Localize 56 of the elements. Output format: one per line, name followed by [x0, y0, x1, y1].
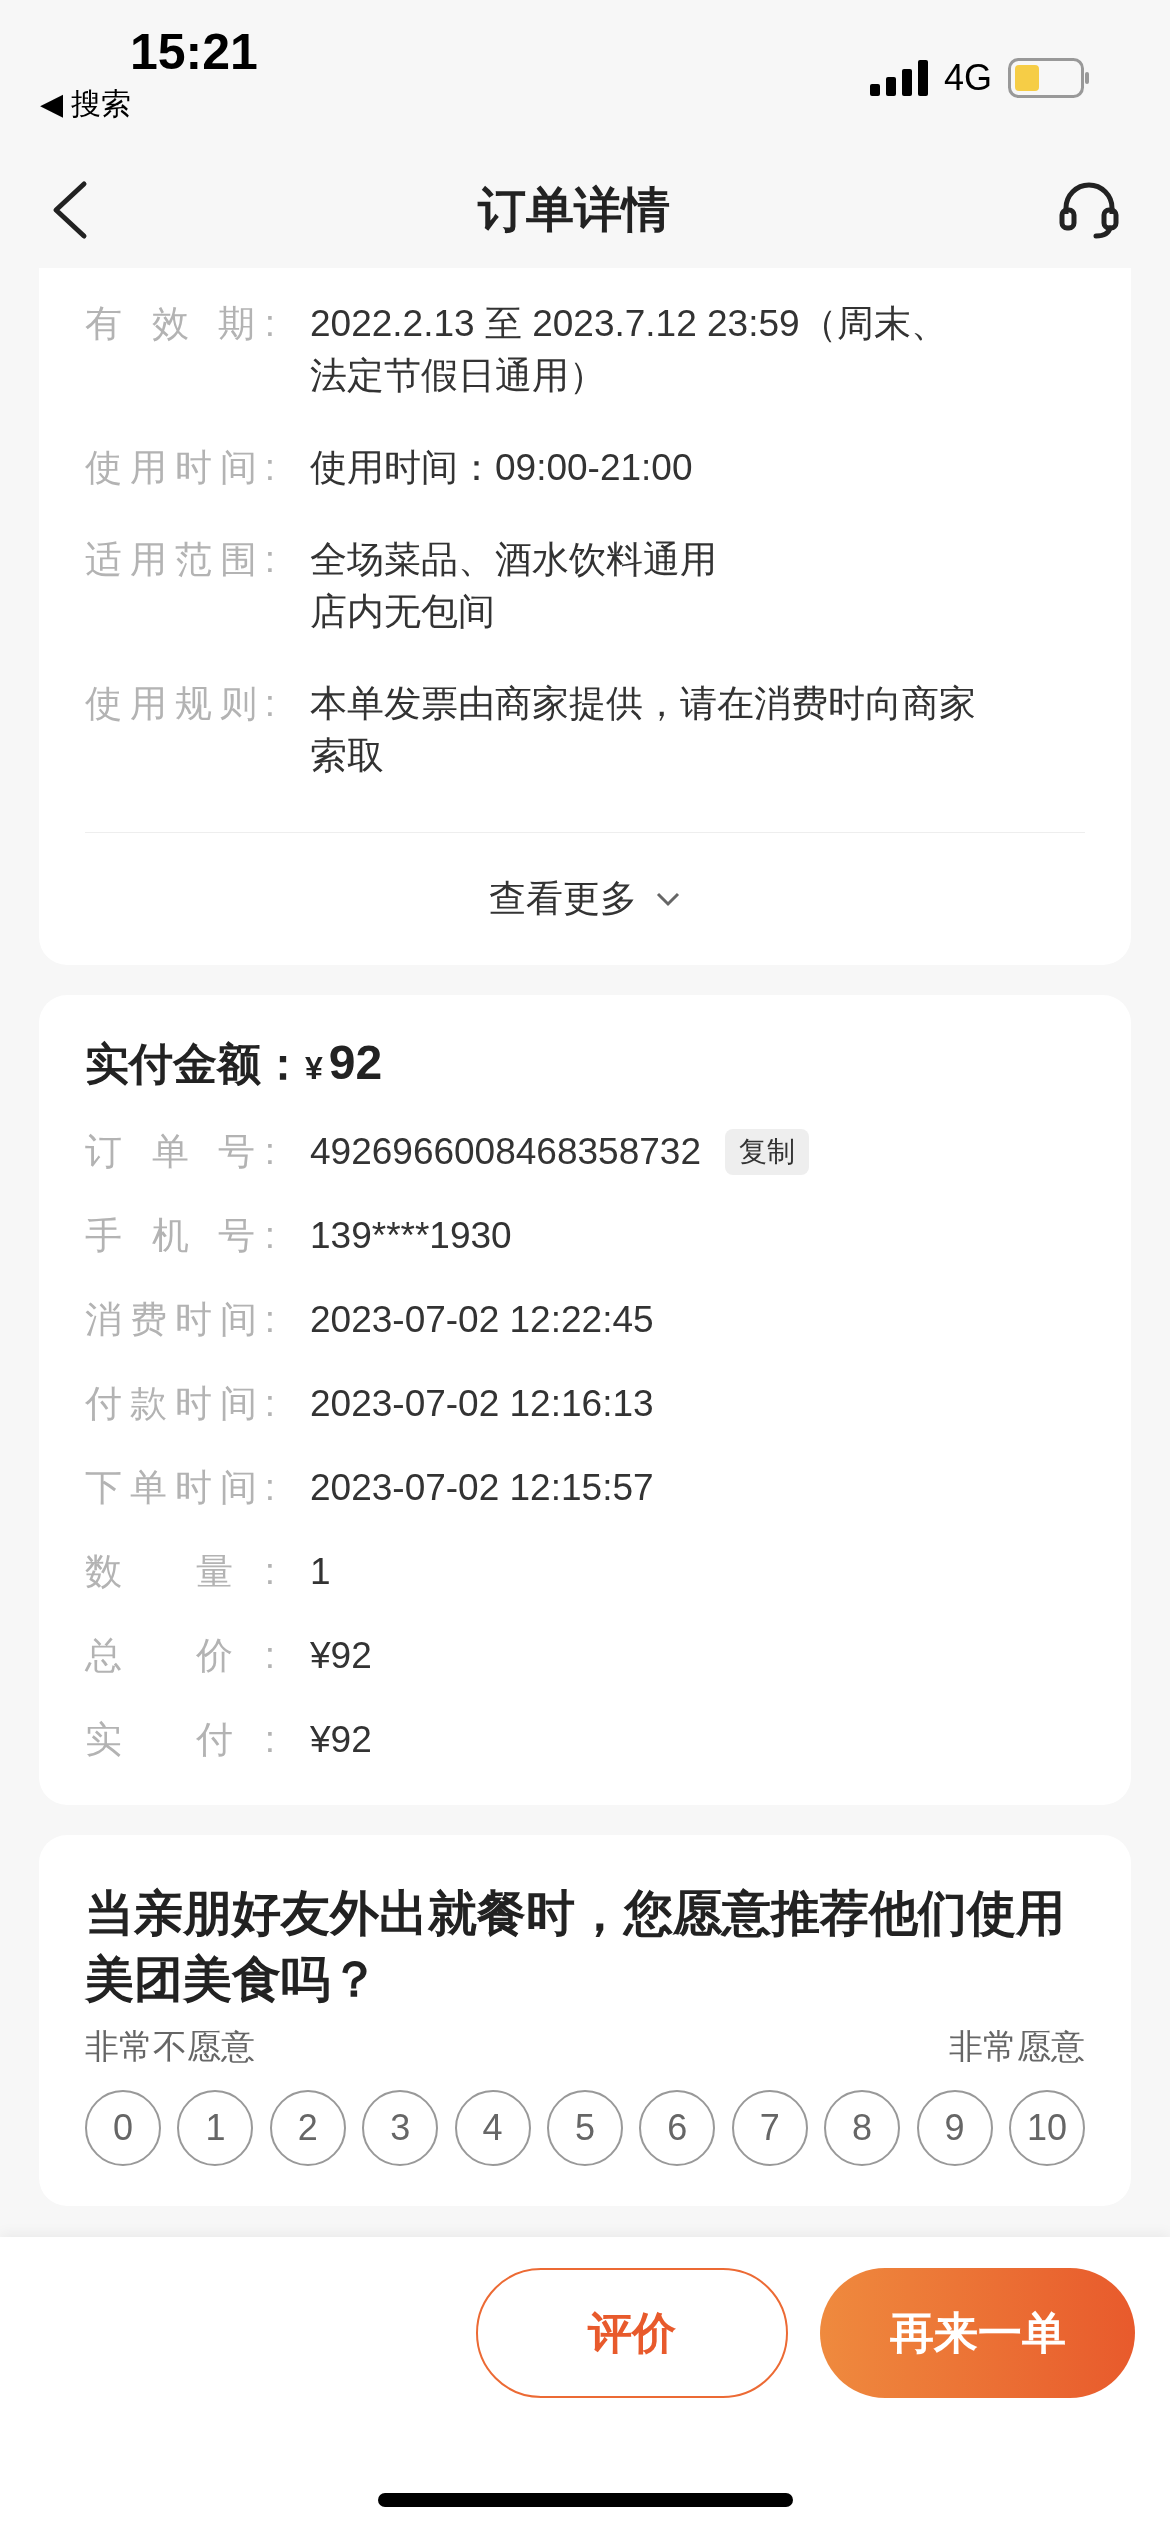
rating-option[interactable]: 7	[731, 2090, 808, 2166]
survey-question: 当亲朋好友外出就餐时，您愿意推荐他们使用美团美食吗？	[85, 1885, 1066, 2008]
copy-button[interactable]: 复制	[725, 1129, 809, 1175]
battery-icon	[1008, 58, 1090, 98]
field-label: 手 机 号:	[85, 1214, 275, 1258]
field-label: 有 效 期:	[85, 302, 275, 346]
paid-amount-label: 实付金额：	[85, 1038, 305, 1090]
field-label: 实 付:	[85, 1718, 275, 1762]
field-label: 付款时间:	[85, 1382, 275, 1426]
field-value: 索取	[310, 734, 385, 778]
review-button[interactable]: 评价	[476, 2268, 788, 2398]
back-to-app-link[interactable]: ◀ 搜索	[40, 82, 258, 126]
field-value: ¥92	[310, 1718, 372, 1762]
rating-option[interactable]: 9	[916, 2090, 993, 2166]
field-label: 订 单 号:	[85, 1130, 275, 1174]
field-value: 本单发票由商家提供，请在消费时向商家	[310, 682, 976, 726]
field-value: 2023-07-02 12:15:57	[310, 1466, 654, 1510]
field-label: 数 量:	[85, 1550, 275, 1594]
field-value: 店内无包间	[310, 590, 496, 634]
rating-option[interactable]: 2	[269, 2090, 346, 2166]
rating-option[interactable]: 3	[362, 2090, 439, 2166]
field-label: 下单时间:	[85, 1466, 275, 1510]
rating-option[interactable]: 4	[454, 2090, 531, 2166]
currency-sign: ¥	[305, 1049, 323, 1088]
field-value: 法定节假日通用）	[310, 354, 607, 398]
field-value: 2022.2.13 至 2023.7.12 23:59（周末、	[310, 302, 948, 346]
field-value: 2023-07-02 12:22:45	[310, 1298, 654, 1342]
rating-option[interactable]: 10	[1008, 2090, 1085, 2166]
field-label: 使用时间:	[85, 446, 275, 490]
reorder-button[interactable]: 再来一单	[820, 2268, 1135, 2398]
field-value: 2023-07-02 12:16:13	[310, 1382, 654, 1426]
rating-option[interactable]: 1	[177, 2090, 254, 2166]
field-value: ¥92	[310, 1634, 372, 1678]
scale-low-label: 非常不愿意	[85, 2026, 255, 2066]
field-value: 4926966008468358732	[310, 1130, 701, 1174]
field-label: 总 价:	[85, 1634, 275, 1678]
field-label: 消费时间:	[85, 1298, 275, 1342]
rating-option[interactable]: 6	[639, 2090, 716, 2166]
field-value: 全场菜品、酒水饮料通用	[310, 538, 717, 582]
show-more-link[interactable]: 查看更多	[489, 874, 681, 924]
field-value: 139****1930	[310, 1214, 512, 1258]
field-label: 使用规则:	[85, 682, 275, 726]
rating-option[interactable]: 8	[824, 2090, 901, 2166]
field-label: 适用范围:	[85, 538, 275, 582]
field-value: 1	[310, 1550, 331, 1594]
paid-amount: 92	[328, 1035, 383, 1091]
page-title: 订单详情	[478, 182, 670, 238]
network-label: 4G	[943, 57, 992, 99]
rating-option[interactable]: 5	[546, 2090, 623, 2166]
rating-option[interactable]: 0	[85, 2090, 161, 2166]
headset-icon[interactable]	[1058, 180, 1120, 240]
status-time: 15:21	[130, 23, 258, 82]
field-value: 使用时间：09:00-21:00	[310, 446, 693, 490]
chevron-down-icon	[655, 891, 681, 907]
signal-icon	[869, 60, 928, 96]
scale-high-label: 非常愿意	[949, 2026, 1085, 2066]
